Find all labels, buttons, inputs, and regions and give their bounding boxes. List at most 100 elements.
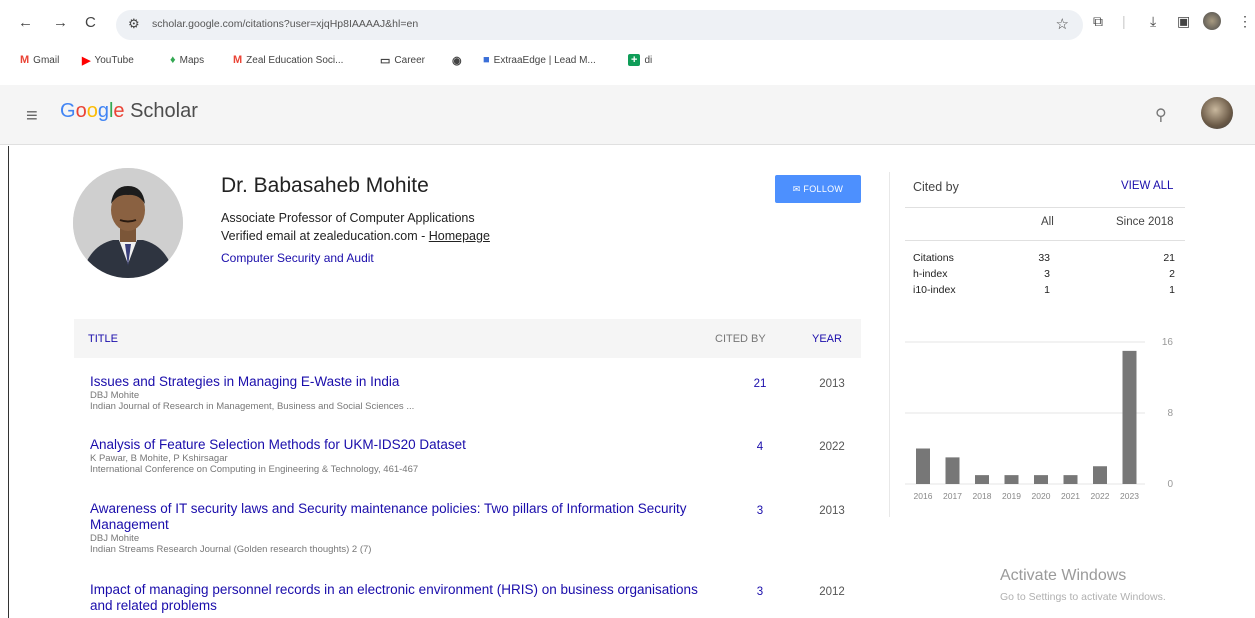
- logo-scholar: Scholar: [130, 100, 198, 122]
- chart-bar-2023[interactable]: [1122, 350, 1137, 484]
- article-authors: DBJ Mohite: [90, 533, 140, 544]
- bookmark-di[interactable]: + di: [628, 54, 652, 66]
- sort-year[interactable]: YEAR: [812, 333, 842, 345]
- article-title-link[interactable]: Analysis of Feature Selection Methods fo…: [90, 437, 700, 453]
- download-icon[interactable]: ⤓: [1150, 13, 1156, 30]
- reload-icon[interactable]: C: [85, 14, 96, 31]
- homepage-link[interactable]: Homepage: [429, 229, 490, 243]
- bookmark-youtube[interactable]: ▶ YouTube: [82, 54, 134, 67]
- forward-icon[interactable]: →: [53, 14, 68, 31]
- divider: [905, 240, 1185, 241]
- maps-icon: ♦: [170, 54, 176, 66]
- activate-windows-title: Activate Windows: [1000, 567, 1127, 584]
- avatar[interactable]: [1201, 97, 1233, 129]
- article-year: 2013: [819, 505, 845, 517]
- article-title-link[interactable]: Issues and Strategies in Managing E-Wast…: [90, 374, 700, 390]
- back-icon[interactable]: ←: [18, 14, 33, 31]
- scholar-logo[interactable]: Google Scholar: [60, 100, 198, 123]
- extensions-icon[interactable]: ⧉: [1093, 13, 1103, 30]
- citations-chart: 16 8 0 2016 2017 2018 2019 2020 2021 2022 2023: [905, 337, 1174, 501]
- cited-by-link[interactable]: 21: [745, 378, 775, 390]
- cited-by-link[interactable]: 3: [745, 505, 775, 517]
- globe-icon: ◉: [452, 55, 462, 67]
- address-bar[interactable]: ⚙ scholar.google.com/citations?user=xjqH…: [116, 10, 1083, 40]
- article-year: 2022: [819, 441, 845, 453]
- chart-bar-2022[interactable]: [1093, 466, 1107, 484]
- y-tick-label: 8: [1167, 408, 1173, 419]
- column-since: Since 2018: [1116, 216, 1174, 228]
- bookmark-zeal[interactable]: M Zeal Education Soci...: [233, 54, 343, 66]
- more-icon[interactable]: ⋮: [1238, 13, 1252, 30]
- interest-link[interactable]: Computer Security and Audit: [221, 251, 374, 265]
- toolbar-divider: |: [1122, 13, 1126, 29]
- youtube-icon: ▶: [82, 55, 91, 67]
- metric-all: 3: [1044, 268, 1050, 280]
- table-row: Awareness of IT security laws and Securi…: [90, 501, 860, 556]
- chart-bar-2017[interactable]: [945, 457, 960, 484]
- sort-title[interactable]: TITLE: [88, 333, 118, 345]
- y-tick-label: 16: [1162, 337, 1174, 348]
- metric-label: Citations: [913, 252, 954, 264]
- x-tick-label: 2019: [1002, 491, 1021, 501]
- metric-since: 2: [1169, 268, 1175, 280]
- view-all-link[interactable]: VIEW ALL: [1121, 180, 1173, 192]
- sheets-icon: +: [628, 54, 641, 66]
- article-publication: Indian Journal of Research in Management…: [90, 401, 415, 412]
- metric-label: i10-index: [913, 284, 956, 296]
- sort-cited-by[interactable]: CITED BY: [715, 333, 766, 345]
- y-tick-label: 0: [1167, 479, 1173, 490]
- cited-by-link[interactable]: 3: [745, 586, 775, 598]
- scholar-header: ≡ Google Scholar ⚲: [0, 85, 1255, 145]
- search-icon[interactable]: ⚲: [1155, 105, 1167, 125]
- x-tick-label: 2023: [1120, 491, 1139, 501]
- article-authors: K Pawar, B Mohite, P Kshirsagar: [90, 453, 228, 464]
- star-icon[interactable]: ☆: [1056, 15, 1069, 33]
- metric-since: 1: [1169, 284, 1175, 296]
- cited-by-link[interactable]: 4: [745, 441, 775, 453]
- articles-table-header: TITLE CITED BY YEAR: [74, 319, 861, 358]
- panel-divider: [889, 172, 890, 517]
- site-info-icon[interactable]: ⚙: [128, 16, 140, 32]
- browser-toolbar: ← → C ⚙ scholar.google.com/citations?use…: [0, 0, 1255, 46]
- table-row: Issues and Strategies in Managing E-Wast…: [90, 374, 860, 413]
- bookmark-gmail[interactable]: M Gmail: [20, 54, 59, 66]
- url-text: scholar.google.com/citations?user=xjqHp8…: [152, 18, 419, 30]
- table-row: Impact of managing personnel records in …: [90, 582, 860, 614]
- chart-bar-2018[interactable]: [975, 475, 989, 484]
- x-tick-label: 2020: [1032, 491, 1051, 501]
- metric-all: 33: [1038, 252, 1050, 264]
- article-year: 2013: [819, 378, 845, 390]
- bookmark-career[interactable]: ▭ Career: [380, 54, 425, 67]
- column-all: All: [1041, 216, 1054, 228]
- metric-since: 21: [1163, 252, 1175, 264]
- article-authors: DBJ Mohite: [90, 390, 140, 401]
- chart-bar-2020[interactable]: [1034, 475, 1048, 484]
- profile-name: Dr. Babasaheb Mohite: [221, 174, 429, 197]
- article-publication: Indian Streams Research Journal (Golden …: [90, 544, 372, 555]
- folder-icon: ▭: [380, 55, 391, 67]
- chart-bar-2019[interactable]: [1004, 475, 1019, 484]
- menu-icon[interactable]: ≡: [26, 105, 38, 128]
- extraaedge-icon: ■: [483, 54, 490, 66]
- bookmarks-bar: M Gmail ▶ YouTube ♦ Maps M Zeal Educatio…: [0, 48, 1255, 74]
- chart-bar-2016[interactable]: [916, 448, 930, 485]
- metric-all: 1: [1044, 284, 1050, 296]
- profile-icon[interactable]: [1203, 12, 1221, 30]
- follow-button[interactable]: ✉ FOLLOW: [775, 175, 861, 203]
- logo-google: Google: [60, 100, 125, 122]
- article-title-link[interactable]: Awareness of IT security laws and Securi…: [90, 501, 700, 533]
- article-year: 2012: [819, 586, 845, 598]
- profile-affiliation: Associate Professor of Computer Applicat…: [221, 211, 475, 225]
- metric-label: h-index: [913, 268, 948, 280]
- mail-icon: ✉: [792, 184, 801, 194]
- article-title-link[interactable]: Impact of managing personnel records in …: [90, 582, 700, 614]
- page-left-border: [8, 146, 9, 618]
- x-tick-label: 2022: [1091, 491, 1110, 501]
- bookmark-globe[interactable]: ◉: [452, 54, 462, 67]
- profile-email: Verified email at zealeducation.com - Ho…: [221, 229, 490, 243]
- bookmark-maps[interactable]: ♦ Maps: [170, 54, 204, 66]
- bookmark-extraaedge[interactable]: ■ ExtraaEdge | Lead M...: [483, 54, 596, 66]
- sidepanel-icon[interactable]: ▣: [1177, 13, 1190, 30]
- chart-bar-2021[interactable]: [1063, 475, 1078, 484]
- article-publication: International Conference on Computing in…: [90, 464, 419, 475]
